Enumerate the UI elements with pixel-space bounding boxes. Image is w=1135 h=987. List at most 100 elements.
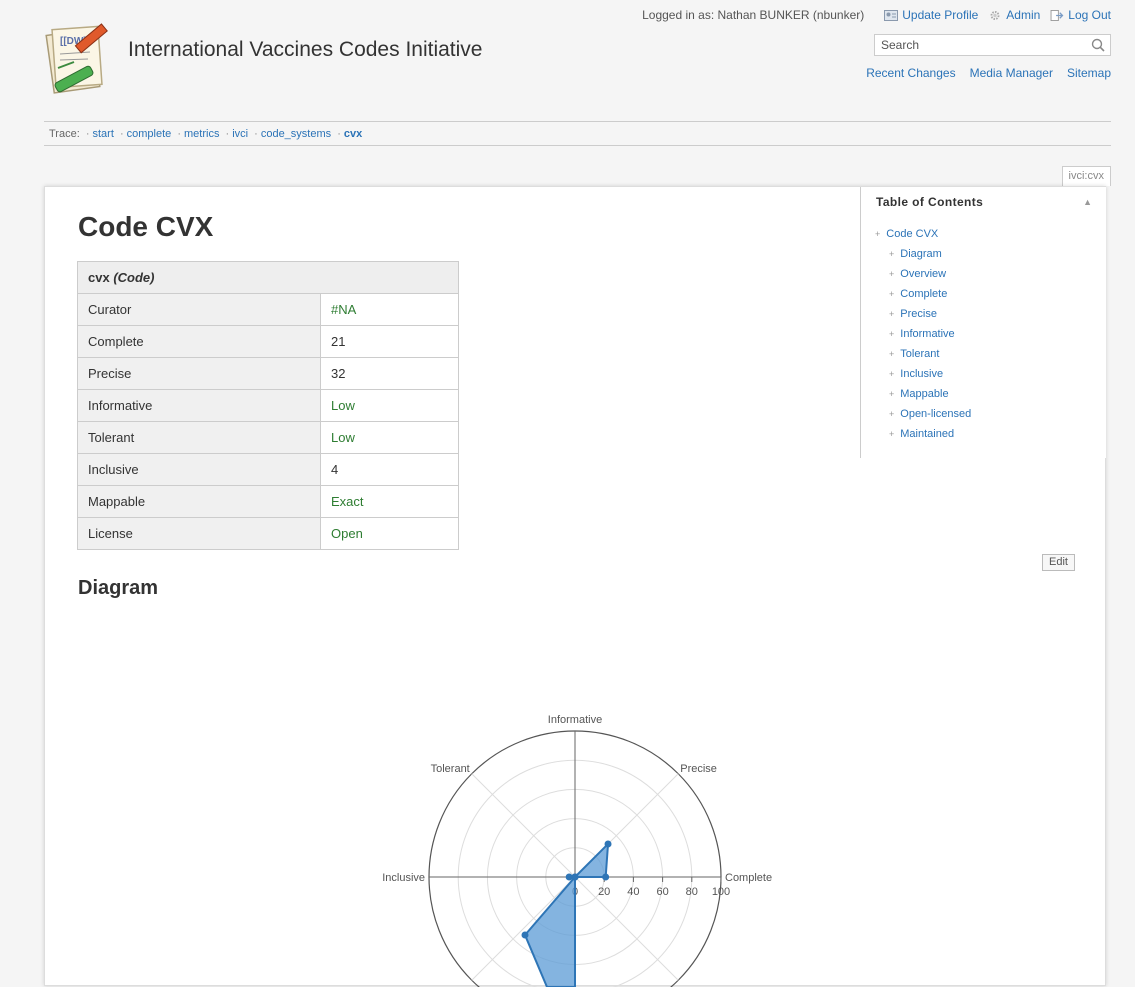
logout-link[interactable]: Log Out xyxy=(1050,8,1111,22)
radar-axis-label-precise: Precise xyxy=(680,763,717,775)
toc-list: + Code CVX + Diagram + Overview + Complete +… xyxy=(861,209,1106,446)
toc-link[interactable]: Precise xyxy=(900,308,937,320)
row-value-license[interactable]: Open xyxy=(320,517,459,550)
gear-icon xyxy=(990,10,1000,20)
admin-label: Admin xyxy=(1006,8,1041,22)
breadcrumb-current[interactable]: cvx xyxy=(344,128,362,140)
breadcrumb-link-start[interactable]: start xyxy=(93,128,114,140)
toc-item-inclusive[interactable]: + Inclusive xyxy=(875,366,1106,386)
logout-icon xyxy=(1050,9,1064,21)
toc-item-diagram[interactable]: + Diagram xyxy=(875,246,1106,266)
toc-link[interactable]: Inclusive xyxy=(900,368,943,380)
radar-axis-label-inclusive: Inclusive xyxy=(382,872,425,884)
admin-link[interactable]: Admin xyxy=(988,8,1040,22)
toc-link[interactable]: Open-licensed xyxy=(900,408,971,420)
toc-item-overview[interactable]: + Overview xyxy=(875,266,1106,286)
site-tools: Recent Changes Media Manager Sitemap xyxy=(852,66,1111,80)
breadcrumb: Trace: · start · complete · metrics · ivci ·… xyxy=(49,128,363,140)
radar-tick-label-20: 20 xyxy=(598,886,610,898)
row-value-tolerant[interactable]: Low xyxy=(320,421,459,454)
page-title: Code CVX xyxy=(78,211,214,242)
row-label-mappable: Mappable xyxy=(77,485,321,518)
diagram-heading: Diagram xyxy=(78,577,159,599)
page-id: ivci:cvx xyxy=(1061,166,1111,186)
toc-link[interactable]: Complete xyxy=(900,288,947,300)
info-table: cvx (Code) Curator #NA Complete 21 Preci… xyxy=(77,261,459,550)
table-row: Curator #NA xyxy=(77,293,459,326)
table-row: Mappable Exact xyxy=(77,485,459,518)
logout-label: Log Out xyxy=(1068,8,1111,22)
breadcrumb-link-code-systems[interactable]: code_systems xyxy=(261,128,331,140)
row-label-license: License xyxy=(77,517,321,550)
row-value-precise: 32 xyxy=(320,357,459,390)
radar-series-area xyxy=(523,841,610,987)
toc-item-code-cvx[interactable]: + Code CVX xyxy=(875,226,1106,246)
toc-link[interactable]: Diagram xyxy=(900,248,942,260)
toc-link[interactable]: Overview xyxy=(900,268,946,280)
radar-axis-label-informative: Informative xyxy=(548,714,602,726)
radar-point-precise xyxy=(604,840,612,848)
table-row: Inclusive 4 xyxy=(77,453,459,486)
breadcrumb-label: Trace: xyxy=(49,128,80,140)
breadcrumb-link-ivci[interactable]: ivci xyxy=(232,128,248,140)
logged-in-label: Logged in as: Nathan BUNKER (nbunker) xyxy=(642,8,865,22)
row-value-inclusive: 4 xyxy=(320,453,459,486)
search-icon[interactable] xyxy=(1089,36,1107,54)
page-content: Code CVX cvx (Code) Curator #NA Complete… xyxy=(44,186,1106,987)
table-row: Precise 32 xyxy=(77,357,459,390)
toc-collapse-icon[interactable]: ▲ xyxy=(1083,197,1092,207)
row-value-mappable[interactable]: Exact xyxy=(320,485,459,518)
radar-tick-label-40: 40 xyxy=(627,886,639,898)
site-title[interactable]: International Vaccines Codes Initiative xyxy=(128,38,482,62)
row-label-informative: Informative xyxy=(77,389,321,422)
row-value-curator[interactable]: #NA xyxy=(320,293,459,326)
update-profile-label: Update Profile xyxy=(902,8,979,22)
media-manager-link[interactable]: Media Manager xyxy=(970,66,1053,80)
row-label-precise: Precise xyxy=(77,357,321,390)
toc-link[interactable]: Informative xyxy=(900,328,954,340)
radar-tick-label-80: 80 xyxy=(686,886,698,898)
update-profile-link[interactable]: Update Profile xyxy=(884,8,978,22)
row-value-informative[interactable]: Low xyxy=(320,389,459,422)
toc-item-mappable[interactable]: + Mappable xyxy=(875,386,1106,406)
row-label-complete: Complete xyxy=(77,325,321,358)
toc-item-complete[interactable]: + Complete xyxy=(875,286,1106,306)
radar-point-complete xyxy=(602,873,610,881)
radar-point-inclusive xyxy=(565,873,573,881)
search-box xyxy=(874,34,1111,56)
toc-item-precise[interactable]: + Precise xyxy=(875,306,1106,326)
table-row: Complete 21 xyxy=(77,325,459,358)
radar-tick-label-100: 100 xyxy=(712,886,730,898)
toc-item-informative[interactable]: + Informative xyxy=(875,326,1106,346)
radar-axis-label-tolerant: Tolerant xyxy=(431,763,470,775)
radar-point xyxy=(521,931,529,939)
user-bar: Logged in as: Nathan BUNKER (nbunker) Up… xyxy=(642,8,1111,22)
toc-title: Table of Contents xyxy=(876,195,984,209)
table-row: License Open xyxy=(77,517,459,550)
breadcrumb-divider xyxy=(44,145,1111,146)
profile-icon xyxy=(884,9,899,21)
table-header-row: cvx (Code) xyxy=(77,261,459,294)
table-row: Informative Low xyxy=(77,389,459,422)
toc-item-open-licensed[interactable]: + Open-licensed xyxy=(875,406,1106,426)
toc-link[interactable]: Mappable xyxy=(900,388,948,400)
toc-link[interactable]: Code CVX xyxy=(886,228,938,240)
breadcrumb-link-metrics[interactable]: metrics xyxy=(184,128,219,140)
toc-item-tolerant[interactable]: + Tolerant xyxy=(875,346,1106,366)
row-label-curator: Curator xyxy=(77,293,321,326)
table-of-contents: Table of Contents ▲ + Code CVX + Diagram +… xyxy=(860,187,1106,458)
table-row: Tolerant Low xyxy=(77,421,459,454)
search-input[interactable] xyxy=(875,36,1089,54)
radar-axis-label-complete: Complete xyxy=(725,872,772,884)
toc-link[interactable]: Tolerant xyxy=(900,348,939,360)
table-header-name: cvx xyxy=(88,270,110,285)
toc-item-maintained[interactable]: + Maintained xyxy=(875,426,1106,446)
sitemap-link[interactable]: Sitemap xyxy=(1067,66,1111,80)
table-header: cvx (Code) xyxy=(77,261,459,294)
recent-changes-link[interactable]: Recent Changes xyxy=(866,66,955,80)
site-logo[interactable]: [[DW]] xyxy=(44,22,118,100)
breadcrumb-link-complete[interactable]: complete xyxy=(127,128,172,140)
edit-section-button[interactable]: Edit xyxy=(1042,554,1075,571)
toc-link[interactable]: Maintained xyxy=(900,428,954,440)
row-label-tolerant: Tolerant xyxy=(77,421,321,454)
